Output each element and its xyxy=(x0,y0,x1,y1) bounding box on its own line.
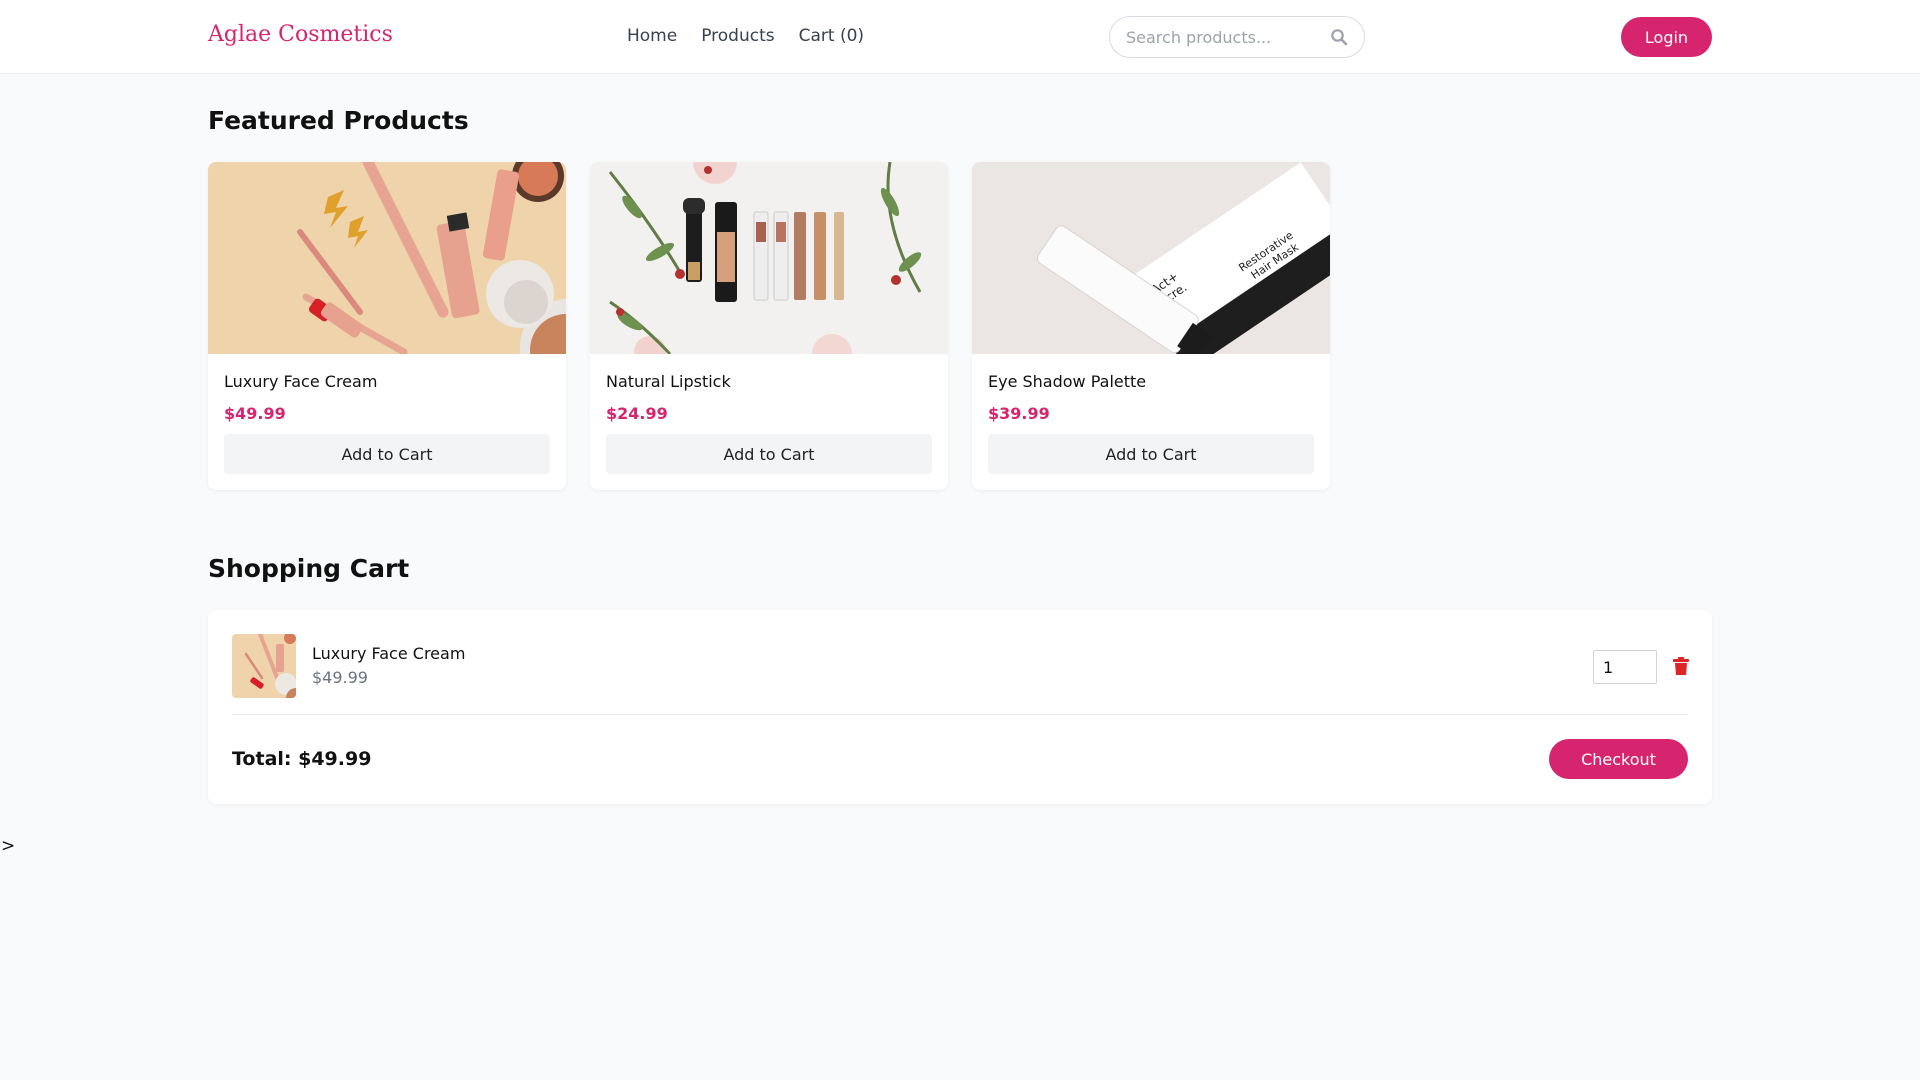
cart-item-thumbnail xyxy=(232,634,296,698)
main-nav: Home Products Cart (0) xyxy=(627,26,864,46)
search-input[interactable] xyxy=(1126,26,1326,48)
brand-logo[interactable]: Aglae Cosmetics xyxy=(208,22,393,47)
cart-item-name: Luxury Face Cream xyxy=(312,644,466,663)
search-icon[interactable] xyxy=(1330,28,1348,46)
featured-heading: Featured Products xyxy=(208,106,469,135)
checkout-button[interactable]: Checkout xyxy=(1549,739,1688,779)
cart-item-price: $49.99 xyxy=(312,668,368,687)
product-name[interactable]: Luxury Face Cream xyxy=(224,372,377,391)
add-to-cart-button[interactable]: Add to Cart xyxy=(988,434,1314,474)
stray-text: > xyxy=(1,836,16,856)
cart-total: Total: $49.99 xyxy=(232,748,372,770)
product-price: $24.99 xyxy=(606,404,668,423)
product-card: Natural Lipstick $24.99 Add to Cart xyxy=(590,162,948,490)
product-image-makeup-flatlay[interactable] xyxy=(208,162,566,354)
quantity-input[interactable] xyxy=(1593,650,1657,684)
login-button[interactable]: Login xyxy=(1621,17,1712,57)
add-to-cart-button[interactable]: Add to Cart xyxy=(224,434,550,474)
trash-icon[interactable] xyxy=(1673,657,1689,675)
product-card: Luxury Face Cream $49.99 Add to Cart xyxy=(208,162,566,490)
add-to-cart-button[interactable]: Add to Cart xyxy=(606,434,932,474)
nav-home[interactable]: Home xyxy=(627,26,677,46)
product-image-lipstick-flatlay[interactable] xyxy=(590,162,948,354)
cart-heading: Shopping Cart xyxy=(208,554,410,583)
nav-products[interactable]: Products xyxy=(701,26,774,46)
nav-cart[interactable]: Cart (0) xyxy=(799,26,864,46)
product-price: $39.99 xyxy=(988,404,1050,423)
product-image-hair-mask[interactable]: Act+ Acre. Restorative Hair Mask xyxy=(972,162,1330,354)
search-box xyxy=(1109,16,1365,58)
product-price: $49.99 xyxy=(224,404,286,423)
product-name[interactable]: Natural Lipstick xyxy=(606,372,731,391)
cart-panel: Luxury Face Cream $49.99 Total: $49.99 C… xyxy=(208,610,1712,804)
product-name[interactable]: Eye Shadow Palette xyxy=(988,372,1146,391)
product-card: Act+ Acre. Restorative Hair Mask Eye Sha… xyxy=(972,162,1330,490)
top-header: Aglae Cosmetics Home Products Cart (0) L… xyxy=(0,0,1920,74)
cart-divider xyxy=(232,714,1688,715)
